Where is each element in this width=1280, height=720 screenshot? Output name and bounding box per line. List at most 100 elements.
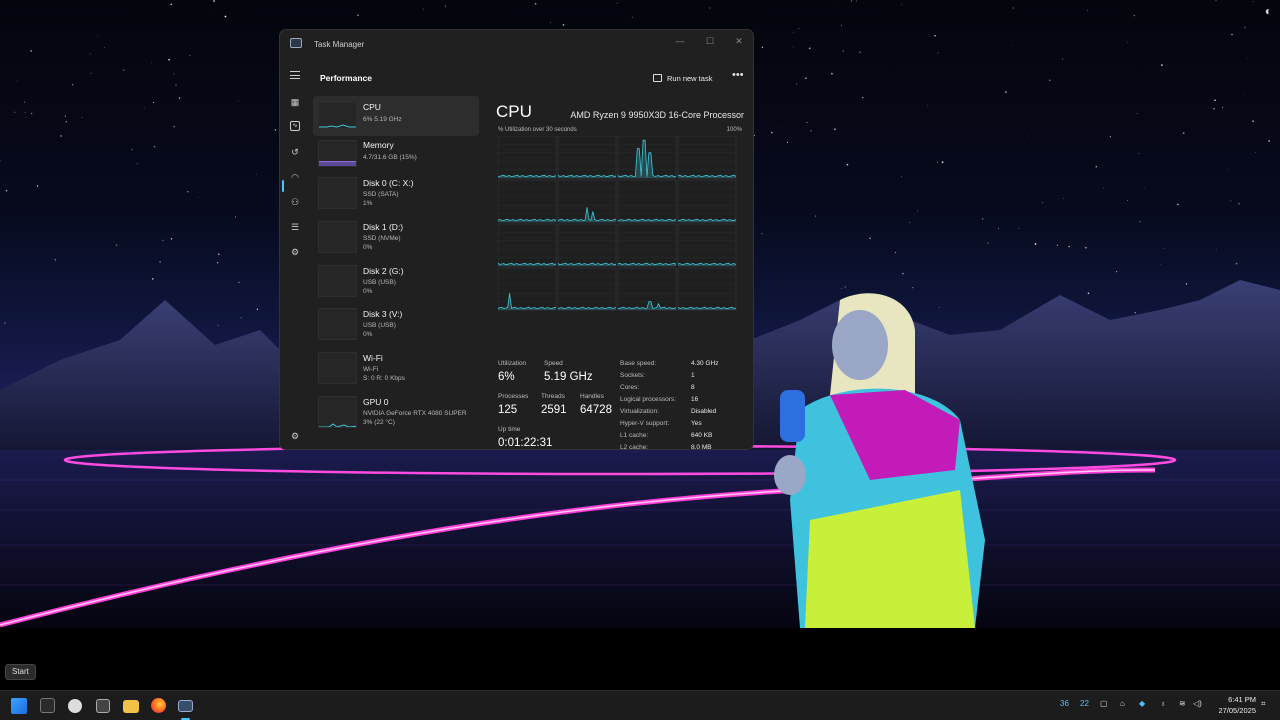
handles-value: 64728 bbox=[580, 404, 612, 416]
speed-value: 5.19 GHz bbox=[544, 371, 593, 383]
perf-item-detail: 4.7/31.6 GB (15%) bbox=[363, 154, 417, 161]
microphone-icon[interactable]: ♁ bbox=[1160, 699, 1166, 708]
cpu-thumbnail bbox=[318, 102, 357, 129]
store-icon[interactable] bbox=[40, 698, 55, 713]
page-title: Performance bbox=[320, 73, 372, 83]
notification-icon[interactable]: ⌗ bbox=[1261, 699, 1266, 709]
usb-icon[interactable]: ⌂ bbox=[1120, 699, 1125, 708]
speed-label: Speed bbox=[544, 360, 563, 367]
wifi-icon[interactable]: ≋ bbox=[1179, 699, 1186, 708]
services-icon[interactable]: ⚙ bbox=[289, 246, 301, 258]
perf-item-disk-3[interactable]: Disk 3 (V:) USB (USB) 0% bbox=[313, 303, 479, 343]
spec-label: Sockets: bbox=[620, 372, 645, 379]
spec-label: Cores: bbox=[620, 384, 640, 391]
perf-item-cpu[interactable]: CPU 6% 5.19 GHz bbox=[313, 96, 479, 136]
start-icon[interactable] bbox=[11, 698, 27, 714]
spec-label: L2 cache: bbox=[620, 444, 649, 450]
start-tooltip: Start bbox=[5, 664, 36, 680]
settings-icon[interactable] bbox=[68, 699, 82, 713]
perf-item-detail: SSD (SATA) bbox=[363, 191, 399, 198]
startup-apps-icon[interactable]: ◠ bbox=[289, 171, 301, 183]
tray-app-icon[interactable]: ▢ bbox=[1100, 699, 1108, 708]
core-graph bbox=[557, 179, 617, 223]
perf-item-name: Wi-Fi bbox=[363, 353, 383, 363]
core-graph bbox=[557, 223, 617, 267]
perf-item-disk-2[interactable]: Disk 2 (G:) USB (USB) 0% bbox=[313, 260, 479, 300]
perf-item-name: Disk 0 (C: X:) bbox=[363, 178, 414, 188]
run-new-task-button[interactable]: Run new task bbox=[653, 71, 712, 85]
tray-gpu-temp[interactable]: 22 bbox=[1080, 699, 1089, 708]
core-graph bbox=[557, 136, 617, 179]
perf-item-memory[interactable]: Memory 4.7/31.6 GB (15%) bbox=[313, 134, 479, 174]
perf-item-disk-0[interactable]: Disk 0 (C: X:) SSD (SATA) 1% bbox=[313, 172, 479, 212]
perf-item-detail: 1% bbox=[363, 200, 373, 207]
tray-network-app-icon[interactable]: ◆ bbox=[1139, 699, 1145, 708]
performance-icon[interactable]: ∿ bbox=[290, 121, 300, 131]
memory-thumbnail bbox=[318, 140, 357, 167]
processes-value: 125 bbox=[498, 404, 518, 416]
uptime-label: Up time bbox=[498, 426, 521, 433]
disk-thumbnail bbox=[318, 221, 357, 253]
close-button[interactable]: ✕ bbox=[725, 32, 753, 50]
run-new-task-label: Run new task bbox=[667, 73, 713, 83]
spec-value: 4.30 GHz bbox=[691, 360, 719, 367]
details-icon[interactable]: ☰ bbox=[289, 221, 301, 233]
perf-item-name: Disk 1 (D:) bbox=[363, 222, 404, 232]
perf-item-wifi[interactable]: Wi-Fi Wi-Fi S: 0 R: 0 Kbps bbox=[313, 347, 479, 387]
run-task-icon bbox=[653, 74, 662, 82]
clock-date[interactable]: 27/05/2025 bbox=[1210, 706, 1256, 715]
spec-label: Logical processors: bbox=[620, 396, 676, 403]
volume-icon[interactable]: ◁) bbox=[1193, 699, 1202, 708]
spec-label: L1 cache: bbox=[620, 432, 649, 439]
perf-item-gpu-0[interactable]: GPU 0 NVIDIA GeForce RTX 4080 SUPER 3% (… bbox=[313, 391, 479, 431]
minimize-button[interactable]: — bbox=[666, 32, 694, 50]
users-icon[interactable]: ⚇ bbox=[289, 196, 301, 208]
settings-icon[interactable]: ⚙ bbox=[289, 430, 301, 442]
spec-label: Base speed: bbox=[620, 360, 657, 367]
title-bar[interactable]: Task Manager — ☐ ✕ bbox=[280, 30, 753, 60]
core-graph bbox=[677, 179, 737, 223]
utilization-max-label: 100% bbox=[726, 127, 742, 133]
spec-value: Disabled bbox=[691, 408, 717, 415]
core-graph bbox=[498, 223, 557, 267]
cpu-model-name: AMD Ryzen 9 9950X3D 16-Core Processor bbox=[570, 110, 744, 120]
hamburger-icon[interactable] bbox=[290, 71, 300, 79]
firefox-icon[interactable] bbox=[151, 698, 166, 713]
more-options-icon[interactable]: ••• bbox=[732, 69, 744, 81]
notification-corner-icon[interactable]: ◐ bbox=[1265, 4, 1272, 18]
file-explorer-icon[interactable] bbox=[123, 700, 139, 713]
core-graph bbox=[677, 267, 737, 311]
maximize-button[interactable]: ☐ bbox=[696, 32, 724, 50]
active-nav-indicator bbox=[282, 180, 284, 192]
clock-time[interactable]: 6:41 PM bbox=[1210, 695, 1256, 704]
taskbar: 36 22 ▢ ⌂ ◆ ♁ ≋ ◁) 6:41 PM 27/05/2025 ⌗ bbox=[0, 690, 1280, 720]
perf-item-detail: USB (USB) bbox=[363, 279, 396, 286]
app-history-icon[interactable]: ↺ bbox=[289, 146, 301, 158]
window-title: Task Manager bbox=[314, 40, 365, 49]
spec-value: 1 bbox=[691, 372, 695, 379]
core-graph bbox=[617, 179, 677, 223]
media-icon[interactable] bbox=[96, 699, 110, 713]
spec-value: 16 bbox=[691, 396, 699, 403]
threads-label: Threads bbox=[541, 393, 565, 400]
task-manager-window: Task Manager — ☐ ✕ Performance Run new t… bbox=[279, 29, 754, 450]
processes-icon[interactable]: ▦ bbox=[289, 96, 301, 108]
core-graph bbox=[557, 267, 617, 311]
tray-cpu-temp[interactable]: 36 bbox=[1060, 699, 1069, 708]
core-graph bbox=[617, 223, 677, 267]
perf-item-disk-1[interactable]: Disk 1 (D:) SSD (NVMe) 0% bbox=[313, 216, 479, 256]
core-graph bbox=[498, 179, 557, 223]
gpu-thumbnail bbox=[318, 396, 357, 428]
page-header: Performance Run new task ••• bbox=[280, 60, 753, 92]
cpu-heading: CPU bbox=[496, 102, 532, 121]
task-manager-icon[interactable] bbox=[178, 700, 193, 712]
disk-thumbnail bbox=[318, 308, 357, 340]
core-graph bbox=[677, 223, 737, 267]
core-graph bbox=[677, 136, 737, 179]
perf-item-detail: S: 0 R: 0 Kbps bbox=[363, 375, 405, 382]
core-graph bbox=[498, 267, 557, 311]
spec-label: Virtualization: bbox=[620, 408, 659, 415]
perf-item-name: Memory bbox=[363, 140, 394, 150]
spec-label: Hyper-V support: bbox=[620, 420, 670, 427]
core-graph bbox=[617, 136, 677, 179]
